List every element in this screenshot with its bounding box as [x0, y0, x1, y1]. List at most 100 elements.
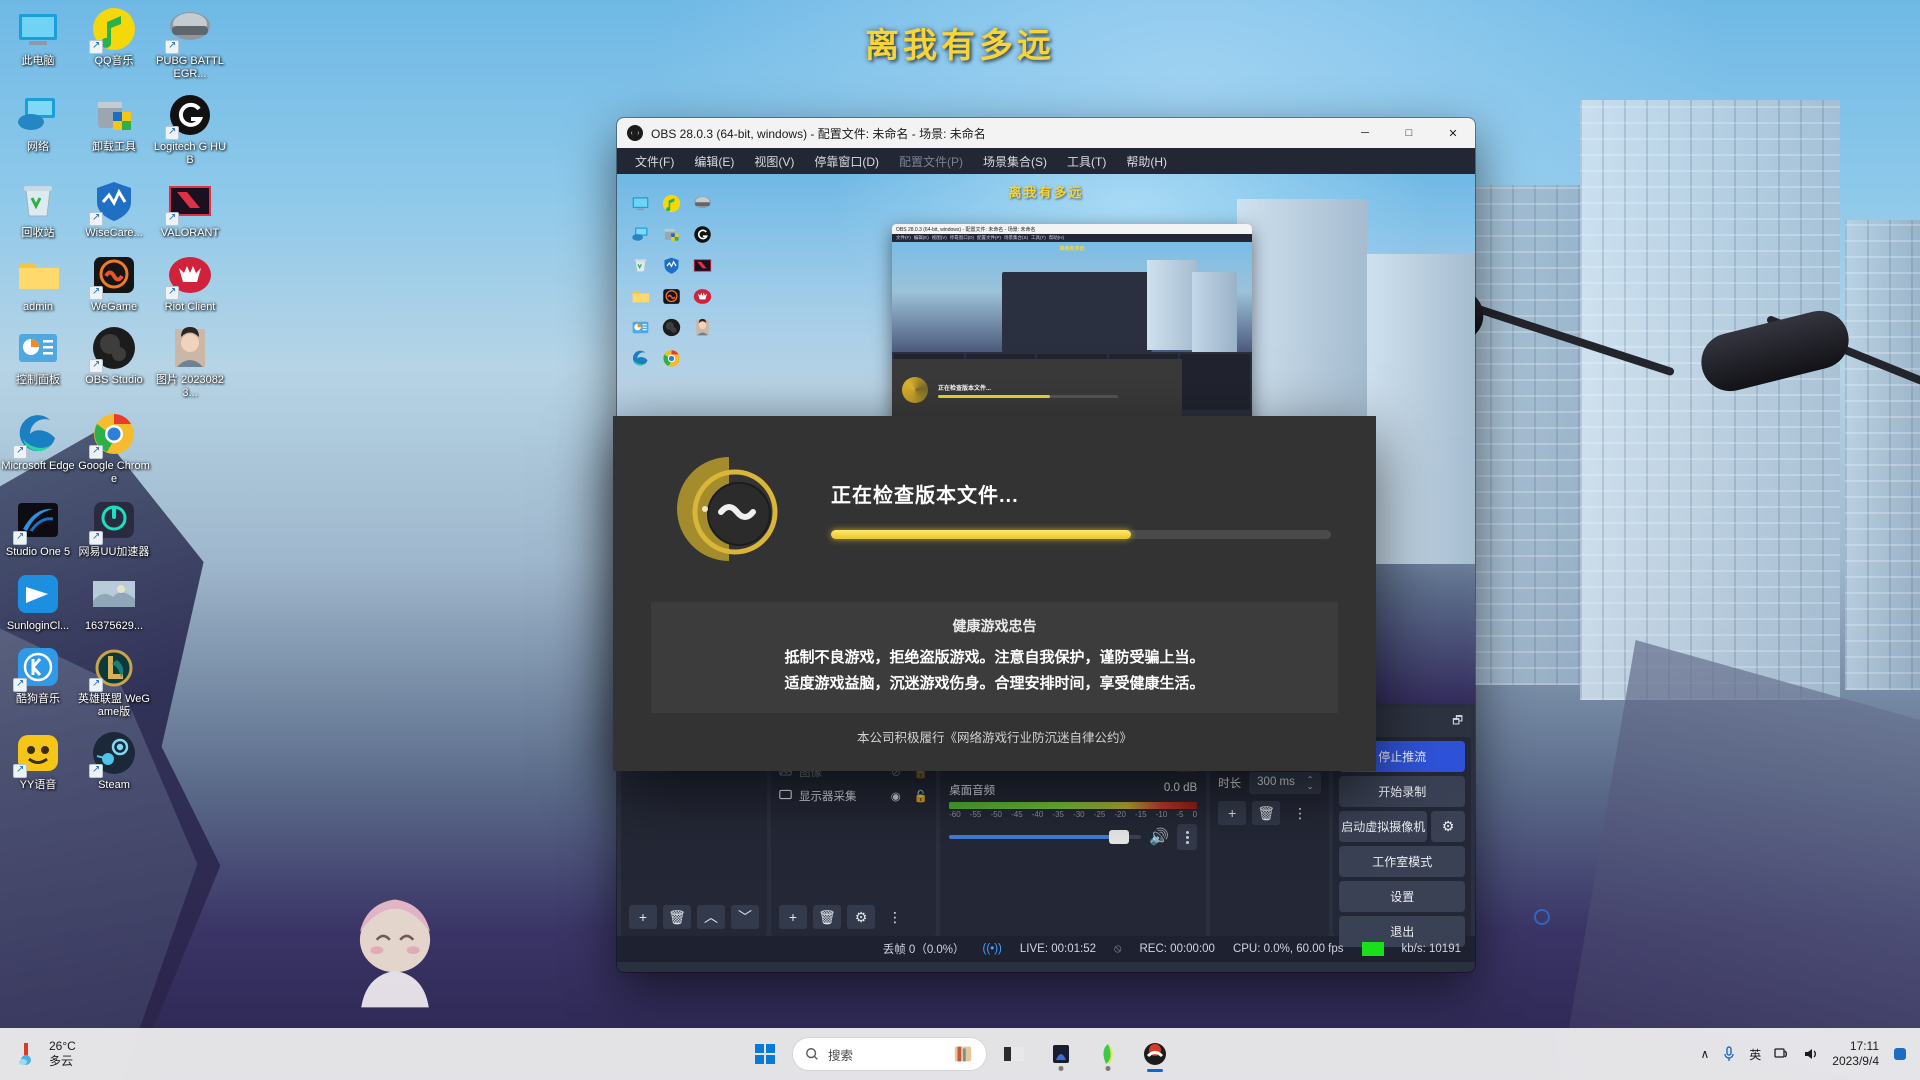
- desktop-icon-this-pc-icon[interactable]: 此电脑: [0, 6, 76, 80]
- taskbar-clock[interactable]: 17:11 2023/9/4: [1832, 1039, 1879, 1069]
- wegame-taskbar-icon[interactable]: [1135, 1034, 1175, 1074]
- mute-icon[interactable]: 🔊: [1149, 827, 1169, 847]
- file-explorer-icon[interactable]: [994, 1034, 1034, 1074]
- desktop-icon-qq-music-icon[interactable]: QQ音乐: [76, 6, 152, 80]
- obs-menu-item-7[interactable]: 帮助(H): [1118, 150, 1175, 173]
- desktop-icon-studio-one-icon[interactable]: Studio One 5: [0, 497, 76, 559]
- desktop-icon-wegame-icon[interactable]: WeGame: [76, 252, 152, 314]
- audio-channel-name: 桌面音频: [949, 785, 996, 797]
- shortcut-overlay-icon: [89, 359, 103, 373]
- taskbar-center-group[interactable]: 搜索: [745, 1034, 1175, 1074]
- lock-open-icon[interactable]: 🔓: [914, 789, 928, 803]
- move-scene-down-button[interactable]: ﹀: [731, 905, 759, 929]
- add-transition-button[interactable]: +: [1218, 801, 1247, 825]
- audio-channel-db: 0.0 dB: [1163, 782, 1198, 794]
- transitions-toolbar[interactable]: + 🗑 ⋮: [1210, 794, 1329, 832]
- desktop-icon-riot-client-icon[interactable]: Riot Client: [152, 252, 228, 314]
- desktop-icon-folder-icon[interactable]: admin: [0, 252, 76, 314]
- source-properties-button[interactable]: ⚙: [847, 905, 875, 929]
- desktop-icon-recycle-bin-icon[interactable]: 回收站: [0, 178, 76, 240]
- desktop-icon-pubg-icon[interactable]: PUBG BATTLEGR...: [152, 6, 228, 80]
- app-dark-icon[interactable]: [1041, 1034, 1081, 1074]
- desktop-icon-uninstall-tool-icon[interactable]: 卸载工具: [76, 92, 152, 166]
- audio-options-button[interactable]: [1177, 824, 1198, 850]
- obs-menu-item-2[interactable]: 视图(V): [746, 150, 802, 173]
- desktop-icon-chrome-icon[interactable]: Google Chrome: [76, 411, 152, 485]
- mic-icon[interactable]: [1722, 1046, 1736, 1062]
- desktop-icon-control-panel-icon[interactable]: 控制面板: [0, 325, 76, 399]
- obs-menu-item-4[interactable]: 配置文件(P): [891, 150, 971, 173]
- volume-slider[interactable]: [949, 830, 1142, 844]
- desktop-icon-network-icon[interactable]: 网络: [0, 92, 76, 166]
- wallpaper-building: [1580, 100, 1840, 700]
- desktop-icon-wise-care-icon[interactable]: WiseCare...: [76, 178, 152, 240]
- transition-more-button[interactable]: ⋮: [1286, 801, 1314, 825]
- remove-source-button[interactable]: 🗑: [813, 905, 841, 929]
- desktop-icon-edge-icon[interactable]: Microsoft Edge: [0, 411, 76, 485]
- add-scene-button[interactable]: +: [629, 905, 657, 929]
- source-more-button[interactable]: ⋮: [881, 905, 909, 929]
- desktop-icon-obs-studio-icon[interactable]: OBS Studio: [76, 325, 152, 399]
- desktop-icon-image-thumbnail-icon[interactable]: 16375629...: [76, 571, 152, 633]
- search-box[interactable]: 搜索: [792, 1037, 987, 1071]
- copilot-icon[interactable]: [952, 1043, 974, 1065]
- notification-icon[interactable]: [1892, 1046, 1908, 1062]
- minimize-button[interactable]: ─: [1343, 118, 1387, 148]
- health-notice-line-1: 抵制不良游戏，拒绝盗版游戏。注意自我保护，谨防受骗上当。: [784, 649, 1205, 666]
- eye-icon[interactable]: ◉: [891, 789, 901, 803]
- sources-toolbar[interactable]: + 🗑 ⚙ ⋮: [771, 898, 936, 936]
- obs-menu-item-5[interactable]: 场景集合(S): [975, 150, 1055, 173]
- ime-indicator[interactable]: 英: [1749, 1046, 1761, 1063]
- gear-icon[interactable]: ⚙: [1431, 811, 1465, 842]
- control-button-4[interactable]: 设置: [1339, 881, 1465, 912]
- audio-channel[interactable]: 桌面音频 0.0 dB -60 -55 -50 -45 -40 -35 -30 -25 -20 -15…: [940, 777, 1206, 855]
- desktop-icon-lol-wegame-icon[interactable]: 英雄联盟 WeGame版: [76, 644, 152, 718]
- start-button[interactable]: [745, 1034, 785, 1074]
- close-button[interactable]: ✕: [1431, 118, 1475, 148]
- obs-menu-item-6[interactable]: 工具(T): [1059, 150, 1114, 173]
- virtual-cam-row[interactable]: 启动虚拟摄像机 ⚙: [1339, 811, 1465, 842]
- source-item[interactable]: 显示器采集 ◉ 🔓: [771, 784, 936, 808]
- network-icon[interactable]: [1774, 1047, 1790, 1061]
- desktop-icon-sunlogin-icon[interactable]: SunloginCl...: [0, 571, 76, 633]
- volume-icon[interactable]: [1803, 1047, 1819, 1061]
- desktop-icon-picture-thumbnail-icon[interactable]: 图片 20230823...: [152, 325, 228, 399]
- preview-wegame-icon: [656, 287, 687, 311]
- desktop-icon-valorant-icon[interactable]: VALORANT: [152, 178, 228, 240]
- obs-menu-item-1[interactable]: 编辑(E): [686, 150, 742, 173]
- audio-volume-row[interactable]: 🔊: [949, 824, 1198, 850]
- control-button-3[interactable]: 工作室模式: [1339, 846, 1465, 877]
- desktop-icon-yy-voice-icon[interactable]: YY语音: [0, 730, 76, 792]
- remove-transition-button[interactable]: 🗑: [1252, 801, 1281, 825]
- scenes-toolbar[interactable]: + 🗑 ︿ ﹀: [621, 898, 767, 936]
- weather-widget[interactable]: 26°C 多云: [0, 1039, 76, 1069]
- desktop-icon-logitech-ghub-icon[interactable]: Logitech G HUB: [152, 92, 228, 166]
- obs-title-bar[interactable]: OBS 28.0.3 (64-bit, windows) - 配置文件: 未命名…: [617, 118, 1475, 148]
- app-green-icon[interactable]: [1088, 1034, 1128, 1074]
- duration-stepper[interactable]: 300 ms ⌃ ⌄: [1249, 772, 1322, 794]
- desktop-icon-uu-booster-icon[interactable]: 网易UU加速器: [76, 497, 152, 559]
- popout-icon[interactable]: 🗗: [1452, 713, 1463, 732]
- add-source-button[interactable]: +: [779, 905, 807, 929]
- window-buttons[interactable]: ─ □ ✕: [1343, 118, 1475, 148]
- preview-uninstall-tool-icon: [656, 225, 687, 249]
- stepper-arrows-icon[interactable]: ⌃ ⌄: [1307, 776, 1314, 791]
- system-tray[interactable]: ∧ 英 17:11 2023/9/4: [1700, 1039, 1920, 1069]
- control-panel-icon: [15, 325, 61, 371]
- desktop-icon-label: OBS Studio: [85, 374, 143, 386]
- desktop-icon-kugou-music-icon[interactable]: 酷狗音乐: [0, 644, 76, 718]
- control-button-2[interactable]: 启动虚拟摄像机: [1339, 811, 1427, 842]
- control-button-1[interactable]: 开始录制: [1339, 776, 1465, 807]
- move-scene-up-button[interactable]: ︿: [697, 905, 725, 929]
- taskbar[interactable]: 26°C 多云 搜索 ∧ 英 17:11 2023/9/4: [0, 1028, 1920, 1080]
- obs-menu-item-0[interactable]: 文件(F): [627, 150, 682, 173]
- obs-menu-item-3[interactable]: 停靠窗口(D): [806, 150, 887, 173]
- transition-duration-row[interactable]: 时长 300 ms ⌃ ⌄: [1210, 772, 1329, 794]
- remove-scene-button[interactable]: 🗑: [663, 905, 691, 929]
- shortcut-overlay-icon: [89, 531, 103, 545]
- tray-chevron-icon[interactable]: ∧: [1700, 1047, 1709, 1061]
- desktop-icon-steam-icon[interactable]: Steam: [76, 730, 152, 792]
- game-updater-dialog[interactable]: 正在检查版本文件... 健康游戏忠告 抵制不良游戏，拒绝盗版游戏。注意自我保护，…: [613, 416, 1376, 771]
- maximize-button[interactable]: □: [1387, 118, 1431, 148]
- obs-menu-bar[interactable]: 文件(F) 编辑(E) 视图(V) 停靠窗口(D) 配置文件(P) 场景集合(S) 工具(T…: [617, 148, 1475, 174]
